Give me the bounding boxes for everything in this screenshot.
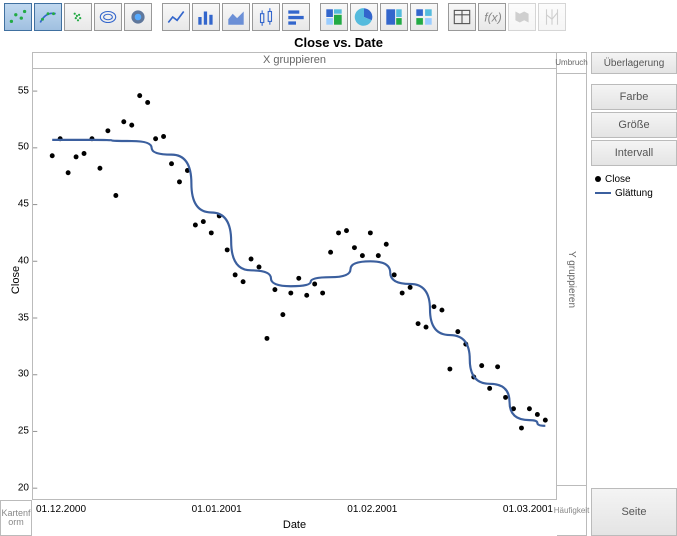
y-axis-label: Close [10,266,22,294]
x-axis-label: Date [32,519,557,531]
contour-icon[interactable] [94,3,122,31]
mid-col: X gruppieren 2025303540455055 01.12.2000… [32,52,557,536]
heatmap-icon[interactable] [124,3,152,31]
scatter-icon[interactable] [4,3,32,31]
x-axis-zone: 01.12.200001.01.200101.02.200101.03.2001… [32,500,557,536]
farbe-button[interactable]: Farbe [591,84,677,110]
legend-smooth: Glättung [595,186,677,200]
density-icon[interactable] [64,3,92,31]
table-icon[interactable] [448,3,476,31]
line-chart-icon[interactable] [162,3,190,31]
toolbar: f(x) [0,0,677,34]
umbruch-zone[interactable]: Umbruch [557,52,587,74]
function-icon[interactable]: f(x) [478,3,506,31]
umb-col: Umbruch Y gruppieren Häufigkeit [557,52,587,536]
map-icon [508,3,536,31]
chart-title: Close vs. Date [0,34,677,52]
legend: Close Glättung [591,172,677,200]
y-axis-label-zone: Close [0,74,32,486]
bar-chart-icon[interactable] [192,3,220,31]
area-chart-icon[interactable] [222,3,250,31]
pie-chart-icon[interactable] [350,3,378,31]
plot-area[interactable]: 2025303540455055 [32,69,557,500]
seite-button[interactable]: Seite [591,488,677,536]
kartenform-zone[interactable]: Kartenform [0,500,32,536]
line-icon [595,192,611,194]
grid-icon[interactable] [410,3,438,31]
dot-icon [595,176,601,182]
intervall-button[interactable]: Intervall [591,140,677,166]
groesse-button[interactable]: Größe [591,112,677,138]
hfg-zone[interactable]: Häufigkeit [557,486,587,536]
right-col: Überlagerung Farbe Größe Intervall Close… [587,52,677,536]
x-ticks: 01.12.200001.01.200101.02.200101.03.2001 [32,500,557,515]
legend-points: Close [595,172,677,186]
treemap-icon[interactable] [380,3,408,31]
x-group-zone[interactable]: X gruppieren [32,52,557,69]
overlay-button[interactable]: Überlagerung [591,52,677,74]
hbar-chart-icon[interactable] [282,3,310,31]
layout: Close Kartenform X gruppieren 2025303540… [0,52,677,536]
scatter-line-icon[interactable] [34,3,62,31]
left-col: Close Kartenform [0,52,32,536]
mosaic-icon[interactable] [320,3,348,31]
parallel-icon [538,3,566,31]
boxplot-icon[interactable] [252,3,280,31]
plot-svg [33,69,556,499]
y-group-zone[interactable]: Y gruppieren [557,74,587,486]
svg-text:f(x): f(x) [484,10,501,24]
